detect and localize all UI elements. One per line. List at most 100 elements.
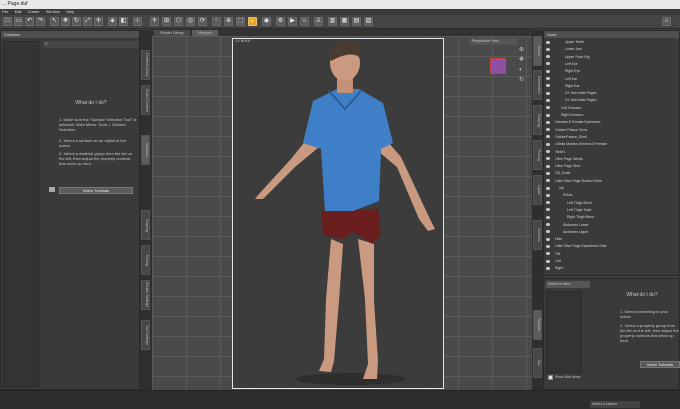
scene-node[interactable]: Left Thigh Bend [546, 200, 592, 206]
roll-icon[interactable]: ↻ [519, 77, 527, 88]
scene-node[interactable]: Left Forearm [546, 105, 581, 111]
scale-icon[interactable]: ⤢ [83, 17, 92, 26]
rotate-icon[interactable]: ↻ [72, 17, 81, 26]
open-icon[interactable]: ▭ [14, 17, 23, 26]
scene-node[interactable]: v.Bella Maiden Genesis 8 Female [546, 141, 607, 147]
scene-node[interactable]: Tshirt1 [546, 149, 565, 155]
visibility-eye-icon[interactable] [546, 142, 550, 146]
tab-surfaces-r[interactable]: Surfaces [533, 220, 542, 250]
visibility-eye-icon[interactable] [546, 91, 550, 95]
scene-node[interactable]: hip [546, 185, 564, 191]
tab-posing-r[interactable]: Posing [533, 140, 542, 170]
pointer-icon[interactable]: ↖ [50, 17, 59, 26]
tab-surfaces[interactable]: Surfaces [141, 135, 150, 165]
light-icon[interactable]: ☼ [300, 17, 309, 26]
hand-tool-icon[interactable]: ✋ [248, 17, 257, 26]
region-nav-icon[interactable]: ⊞ [162, 17, 171, 26]
scene-node[interactable]: Abdomen Lower [546, 222, 589, 228]
visibility-eye-icon[interactable] [546, 215, 550, 219]
tab-shaping[interactable]: Shaping [141, 210, 150, 240]
visibility-eye-icon[interactable] [546, 157, 550, 161]
geometry-editor-icon[interactable]: ⬡ [174, 17, 183, 26]
visibility-eye-icon[interactable] [546, 223, 550, 227]
scene-node[interactable]: GoldenPalace_Shell [546, 134, 587, 140]
scene-node[interactable]: Left Thigh Twist [546, 207, 591, 213]
video-tutorials-button[interactable]: Video Tutorials [59, 187, 133, 194]
tab-content-library[interactable]: Content Library [141, 50, 150, 80]
tab-timeline[interactable]: Timeline [533, 310, 542, 340]
visibility-eye-icon[interactable] [546, 106, 550, 110]
scene-node[interactable]: Left [546, 258, 561, 264]
scene-node[interactable]: Hide [546, 236, 562, 242]
joint-icon[interactable]: ⁘ [212, 17, 221, 26]
tab-scene[interactable]: Scene [533, 36, 542, 66]
scene-node[interactable]: Little Olive Page Bottom Robe [546, 178, 602, 184]
visibility-eye-icon[interactable] [546, 84, 550, 88]
show-sub-items-checkbox[interactable] [548, 375, 553, 380]
scene-node[interactable]: Lower Jaw [546, 46, 582, 52]
visibility-eye-icon[interactable] [546, 113, 550, 117]
visibility-eye-icon[interactable] [546, 135, 550, 139]
visibility-eye-icon[interactable] [546, 252, 550, 256]
scene-node[interactable]: Pelvis [546, 192, 572, 198]
undo-icon[interactable]: ↶ [25, 17, 34, 26]
tab-posing[interactable]: Posing [141, 245, 150, 275]
select-item-dropdown[interactable]: Select an Item [546, 281, 590, 288]
visibility-eye-icon[interactable] [546, 179, 550, 183]
visibility-eye-icon[interactable] [546, 266, 550, 270]
scene-node[interactable]: Right Thigh Bend [546, 214, 594, 220]
menu-window[interactable]: Window [46, 9, 60, 14]
spot-render-icon[interactable]: ◧ [119, 17, 128, 26]
scene-node[interactable]: Genesis 8 Female Eyelashes [546, 119, 601, 125]
transform-icon[interactable]: ⊕ [224, 17, 233, 26]
tab-parameters[interactable]: Parameters [533, 70, 542, 100]
tab-lights[interactable]: Lights [533, 175, 542, 205]
menu-file[interactable]: File [2, 9, 8, 14]
joint-editor-icon[interactable]: ⊹ [133, 17, 142, 26]
layout-icon-3[interactable]: ▤ [352, 17, 361, 26]
scene-node[interactable]: Left Ear [546, 76, 577, 82]
surface-selection-icon[interactable]: ◈ [108, 17, 117, 26]
property-group-list[interactable] [546, 291, 582, 373]
rotate-tool-icon[interactable]: ⟳ [198, 17, 207, 26]
search-bar[interactable]: ⌕ [43, 41, 139, 48]
visibility-eye-icon[interactable] [546, 62, 550, 66]
viewport[interactable]: 1:1 fit 900 Perspective View ⊕ ✥ ◐ ↻ [152, 36, 532, 390]
visibility-eye-icon[interactable] [546, 47, 550, 51]
new-icon[interactable]: □ [3, 17, 12, 26]
scene-node[interactable]: Golden Palace Gens [546, 127, 587, 133]
visibility-eye-icon[interactable] [546, 244, 550, 248]
scene-node[interactable]: G1 Hair Male Pages [546, 90, 597, 96]
search-icon[interactable]: ⌕ [45, 41, 48, 48]
visibility-eye-icon[interactable] [546, 40, 550, 44]
material-list[interactable] [3, 41, 39, 387]
visibility-eye-icon[interactable] [546, 259, 550, 263]
visibility-eye-icon[interactable] [546, 164, 550, 168]
visibility-eye-icon[interactable] [546, 128, 550, 132]
camera-icon[interactable]: ◉ [262, 17, 271, 26]
scene-node[interactable]: Right Ear [546, 83, 580, 89]
scene-node[interactable]: G1 Hair Male Pages [546, 97, 597, 103]
visibility-eye-icon[interactable] [546, 77, 550, 81]
lesson-dropdown[interactable]: Select a Lesson [590, 401, 640, 408]
tab-smart-content[interactable]: Smart Content [141, 85, 150, 115]
render-icon[interactable]: ▶ [288, 17, 297, 26]
scene-node[interactable]: Upper Teeth [546, 39, 584, 45]
figure-icon[interactable]: ♙ [314, 17, 323, 26]
visibility-eye-icon[interactable] [546, 150, 550, 154]
scene-node[interactable]: Olive Page Shirt [546, 163, 580, 169]
render-settings-icon[interactable]: ⚙ [276, 17, 285, 26]
visibility-eye-icon[interactable] [546, 186, 550, 190]
menu-edit[interactable]: Edit [15, 9, 22, 14]
camera-dropdown[interactable]: Perspective View [470, 38, 518, 45]
visibility-eye-icon[interactable] [546, 230, 550, 234]
visibility-eye-icon[interactable] [546, 98, 550, 102]
translate-icon[interactable]: ✢ [94, 17, 103, 26]
visibility-eye-icon[interactable] [546, 69, 550, 73]
scene-node[interactable]: Upper Face Rig [546, 54, 590, 60]
scene-node[interactable]: Right Forearm [546, 112, 583, 118]
scene-node[interactable]: Right [546, 265, 563, 271]
scene-node[interactable]: Olive Page Wrists [546, 156, 583, 162]
redo-icon[interactable]: ↷ [36, 17, 45, 26]
scene-node[interactable]: Tiki [546, 251, 560, 257]
